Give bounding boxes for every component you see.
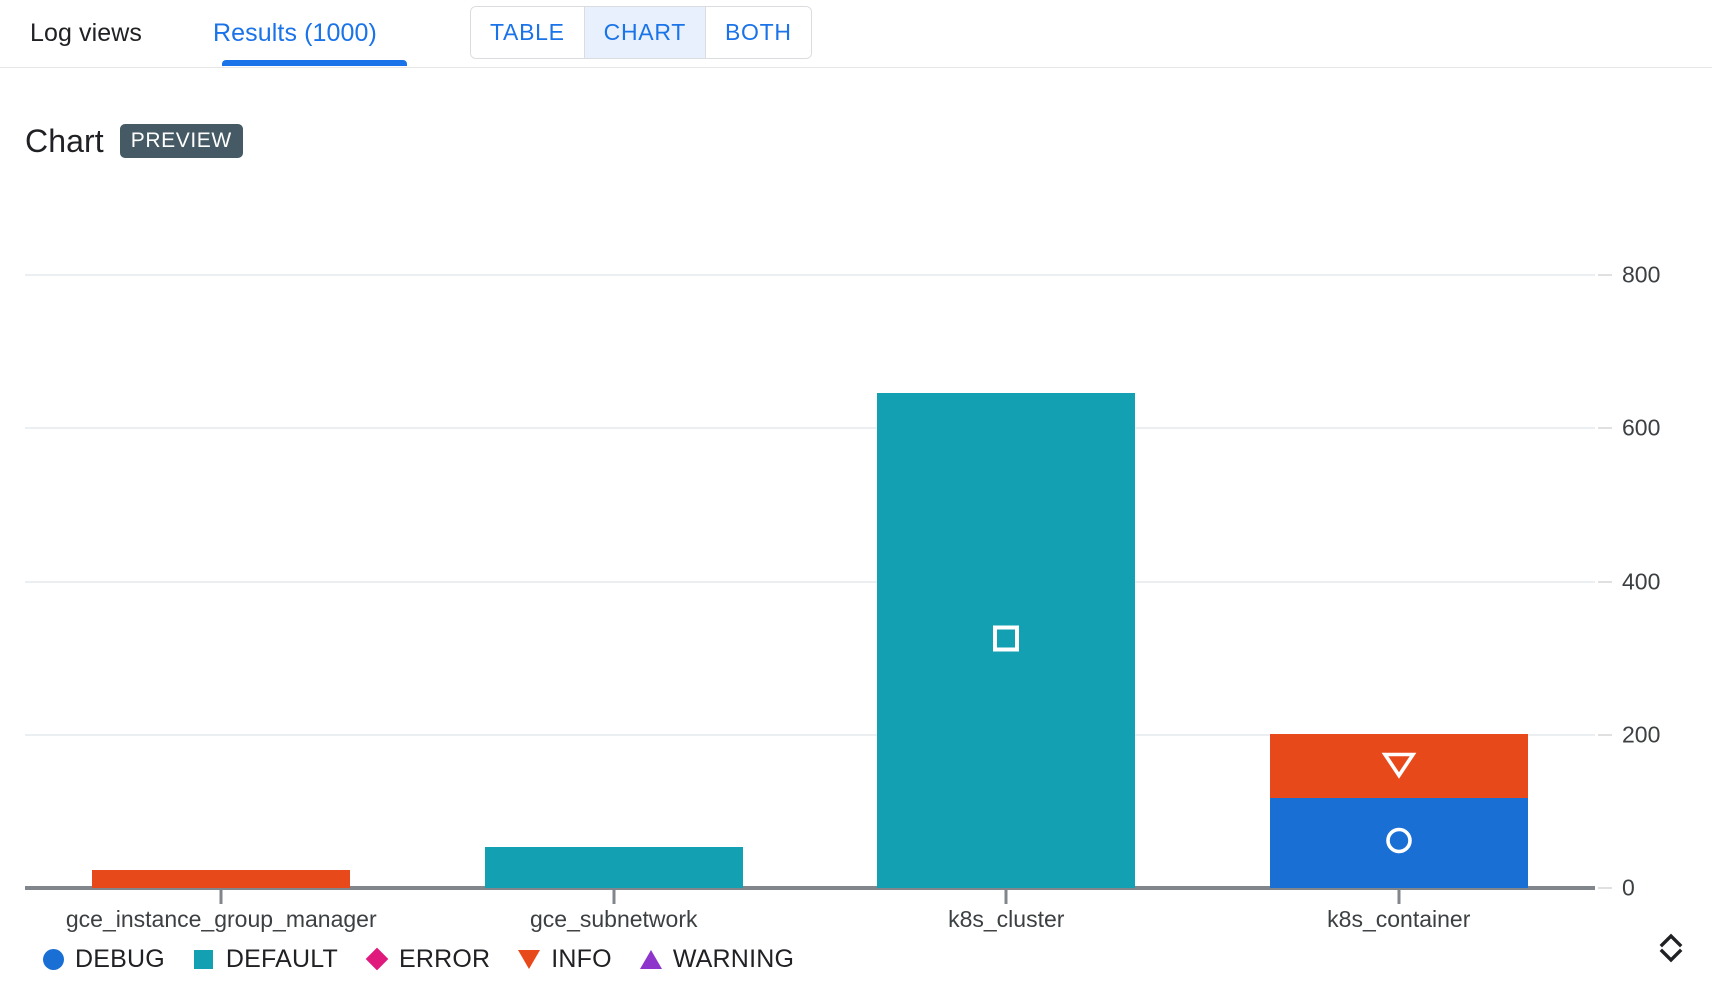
x-axis-tick-label: gce_subnetwork: [530, 906, 698, 932]
y-axis-tick-mark: [1598, 887, 1612, 889]
y-axis-tick-label: 600: [1622, 414, 1661, 441]
bar-segment-info[interactable]: [92, 870, 351, 888]
tab-log-views-label: Log views: [29, 19, 143, 47]
legend-glyph-circle-icon: [40, 946, 66, 972]
view-toggle-both[interactable]: BOTH: [705, 7, 811, 58]
legend-item-default[interactable]: DEFAULT: [191, 945, 338, 974]
legend-item-label: ERROR: [398, 944, 491, 973]
y-axis-tick-mark: [1598, 580, 1612, 583]
gridline: [25, 427, 1595, 430]
x-axis-tick-label: gce_instance_group_manager: [65, 906, 377, 932]
legend-glyph-shape: [42, 948, 64, 970]
tab-results[interactable]: Results (1000): [200, 0, 390, 67]
y-axis-tick-label: 400: [1622, 568, 1661, 595]
chart-plot-area: 0 200 400 600 800 gce_instance_group_manager…: [0, 0, 1712, 988]
legend-glyph-shape: [194, 949, 214, 969]
x-axis-tick-mark: [219, 890, 223, 904]
y-axis-tick-label: 0: [1622, 874, 1635, 901]
x-axis-tick-mark: [1397, 890, 1401, 904]
bar-segment-default[interactable]: [877, 393, 1136, 888]
legend-item-label: DEBUG: [75, 944, 165, 973]
view-toggle-chart[interactable]: CHART: [584, 7, 706, 58]
legend-item-debug[interactable]: DEBUG: [40, 945, 165, 974]
legend-item-info[interactable]: INFO: [516, 945, 612, 974]
legend-item-label: WARNING: [672, 944, 795, 973]
x-axis-tick-label: k8s_cluster: [948, 906, 1065, 932]
chart-legend: DEBUG DEFAULT ERROR INFO WARNING: [40, 940, 820, 978]
x-axis-tick-mark: [612, 890, 616, 904]
preview-badge: PREVIEW: [119, 124, 243, 158]
x-axis-tick-mark: [1004, 890, 1008, 904]
y-axis-tick-mark: [1598, 274, 1612, 277]
expand-collapse-chevrons-icon: [1659, 933, 1683, 963]
x-axis-tick-label: k8s_container: [1327, 906, 1471, 932]
legend-item-label: INFO: [551, 944, 612, 973]
legend-glyph-shape: [639, 949, 662, 969]
tab-results-active-indicator: [222, 60, 407, 66]
y-axis-tick-label: 800: [1622, 261, 1661, 288]
chart-title: Chart: [25, 122, 104, 159]
tab-log-views[interactable]: Log views: [6, 0, 166, 67]
bar-segment-default[interactable]: [484, 846, 743, 888]
y-axis-tick-label: 200: [1622, 721, 1661, 748]
gridline: [25, 580, 1595, 583]
bar-segment-debug[interactable]: [1269, 797, 1528, 888]
legend-glyph-diamond-icon: [364, 946, 390, 972]
legend-glyph-triangle-up-icon: [638, 946, 664, 972]
chart-header: Chart PREVIEW: [25, 118, 243, 164]
y-axis-tick-mark: [1598, 733, 1612, 736]
legend-item-error[interactable]: ERROR: [364, 945, 490, 974]
view-toggle-table[interactable]: TABLE: [471, 7, 585, 58]
legend-glyph-triangle-down-icon: [516, 946, 542, 972]
legend-glyph-shape: [518, 949, 541, 969]
gridline: [25, 274, 1595, 277]
bar-segment-info[interactable]: [1269, 734, 1528, 798]
y-axis-tick-mark: [1598, 427, 1612, 430]
legend-glyph-shape: [365, 947, 389, 971]
tab-results-label: Results (1000): [213, 19, 377, 47]
legend-item-label: DEFAULT: [225, 944, 338, 973]
expand-collapse-button[interactable]: [1648, 922, 1694, 974]
legend-glyph-square-icon: [191, 946, 217, 972]
view-mode-toggle-group: TABLE CHART BOTH: [470, 6, 812, 59]
tab-strip: Log views Results (1000) TABLE CHART BOT…: [0, 0, 1712, 68]
legend-item-warning[interactable]: WARNING: [638, 945, 794, 974]
